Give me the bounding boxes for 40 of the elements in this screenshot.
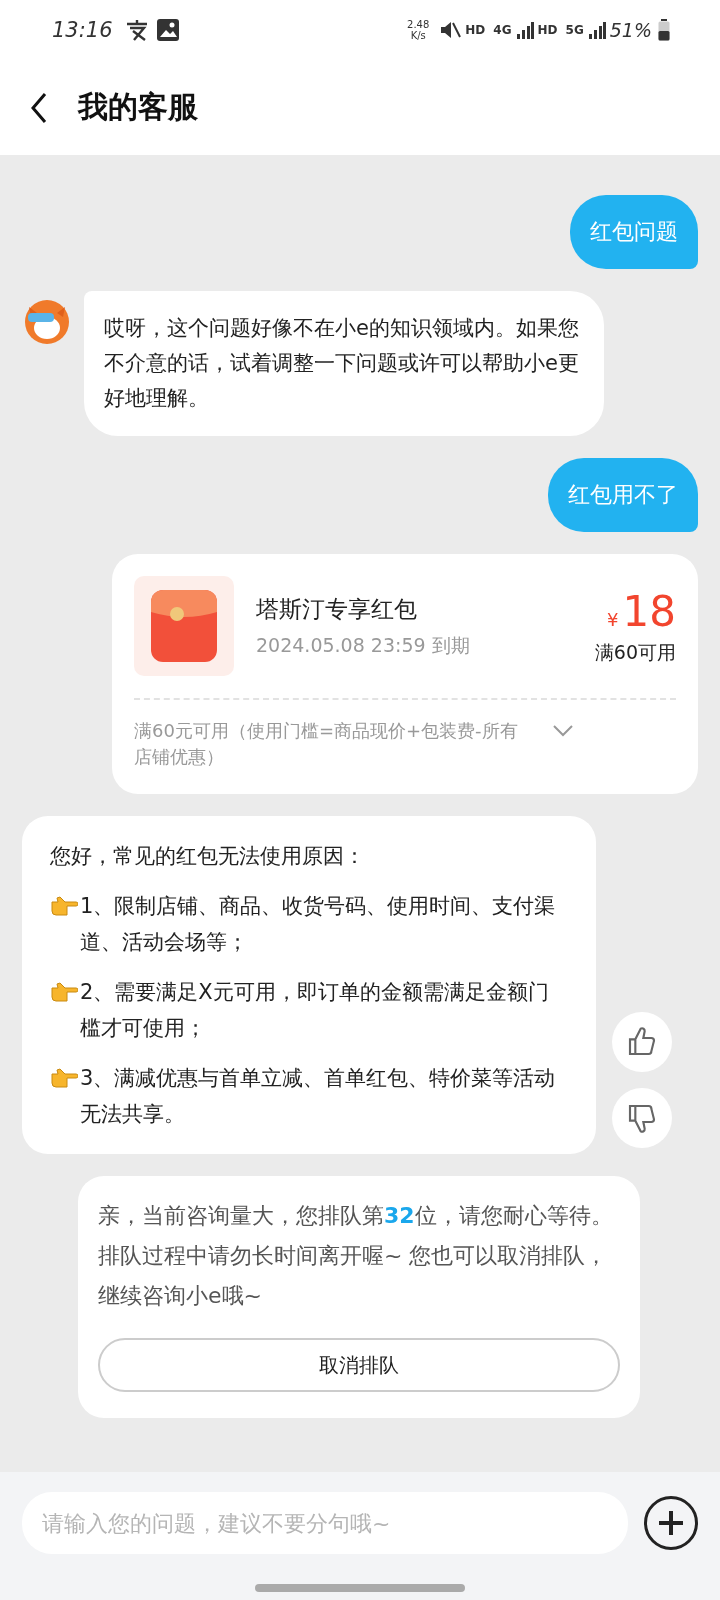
thumbs-up-icon [626, 1026, 658, 1058]
network-label: HD [537, 23, 558, 37]
signal-icon [587, 21, 606, 39]
pointing-hand-icon [50, 894, 78, 918]
envelope-icon [134, 576, 234, 676]
user-message: 红包用不了 [548, 458, 698, 532]
mute-icon [439, 19, 462, 41]
network-label: 4G [493, 23, 512, 37]
coupon-card[interactable]: 塔斯汀专享红包 2024.05.08 23:59 到期 ¥18 满60可用 满60元可用（使用门槛=商品现价+包装费-所有店铺优惠） [112, 554, 698, 794]
network-label: HD [465, 23, 486, 37]
signal-icon [515, 21, 534, 39]
image-icon [156, 19, 179, 41]
reason-text: 2、需要满足X元可用，即订单的金额需满足金额门槛才可使用； [80, 979, 550, 1042]
add-button[interactable] [644, 1496, 698, 1550]
pointing-hand-icon [50, 980, 78, 1004]
reason-text: 3、满减优惠与首单立减、首单红包、特价菜等活动无法共享。 [80, 1065, 557, 1128]
coupon-condition: 满60可用 [594, 639, 676, 665]
network-label: 5G [565, 23, 584, 37]
reason-text: 1、限制店铺、商品、收货号码、使用时间、支付渠道、活动会场等； [80, 893, 557, 956]
back-icon[interactable] [30, 91, 48, 124]
coupon-name: 塔斯汀专享红包 [256, 594, 418, 624]
battery-percent: 51% [609, 19, 652, 41]
pointing-hand-icon [50, 1066, 78, 1090]
expand-chevron-icon[interactable] [552, 724, 574, 738]
currency-symbol: ¥ [607, 608, 619, 630]
cancel-queue-button[interactable]: 取消排队 [98, 1338, 620, 1392]
page-title: 我的客服 [78, 88, 198, 126]
network-speed: 2.48 K/s [407, 19, 430, 41]
user-message: 红包问题 [570, 195, 698, 269]
queue-message: 亲，当前咨询量大，您排队第32位，请您耐心等待。排队过程中请勿长时间离开喔~ 您也可以取消排队，继续咨询小e哦~ [98, 1202, 614, 1310]
battery-icon [658, 19, 670, 41]
coupon-expiry: 2024.05.08 23:59 到期 [256, 632, 471, 658]
app-notification-icon [124, 19, 149, 41]
bot-message: 哎呀，这个问题好像不在小e的知识领域内。如果您不介意的话，试着调整一下问题或许可以帮助小e更好地理解。 [84, 291, 604, 436]
coupon-amount: 18 [622, 586, 676, 636]
message-input[interactable]: 请输入您的问题，建议不要分句哦~ [22, 1492, 628, 1554]
thumbs-down-icon [626, 1102, 658, 1134]
coupon-detail: 满60元可用（使用门槛=商品现价+包装费-所有店铺优惠） [134, 719, 519, 769]
status-time: 13:16 [52, 18, 113, 42]
message-intro: 您好，常见的红包无法使用原因： [50, 843, 366, 870]
